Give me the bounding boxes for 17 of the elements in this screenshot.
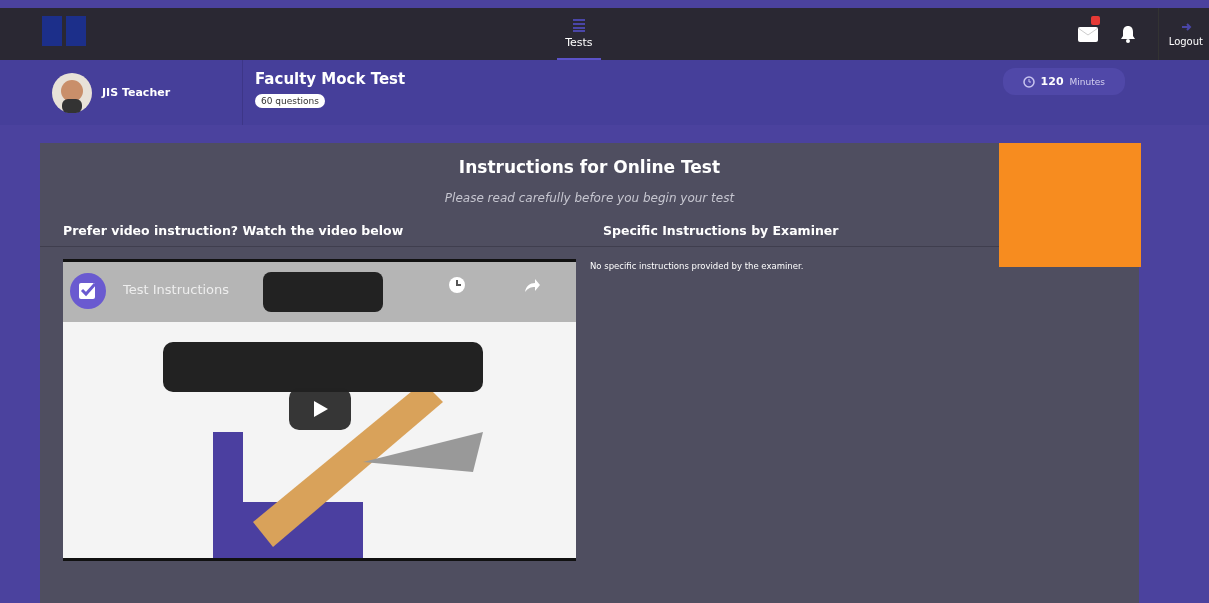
- mail-icon: [1077, 26, 1098, 42]
- clock-icon[interactable]: [448, 276, 466, 294]
- clock-icon: [1022, 75, 1035, 88]
- test-title: Faculty Mock Test: [255, 70, 407, 88]
- duration-pill: 120 Minutes: [1002, 68, 1125, 95]
- question-count: 60 questions: [255, 94, 325, 108]
- user-name: JIS Teacher: [102, 86, 171, 99]
- channel-icon: [69, 272, 107, 310]
- bell-icon: [1119, 25, 1136, 43]
- instructions-subtitle: Please read carefully before you begin your test: [443, 191, 736, 205]
- examiner-text: No specific instructions provided by the examiner.: [589, 260, 805, 271]
- avatar: [52, 72, 92, 113]
- instructions-title: Instructions for Online Test: [457, 157, 722, 177]
- logout-icon: [1179, 21, 1192, 33]
- video-heading: Prefer video instruction? Watch the video below: [40, 223, 580, 247]
- list-icon: [571, 17, 586, 32]
- video-title: Test Instructions: [123, 282, 230, 297]
